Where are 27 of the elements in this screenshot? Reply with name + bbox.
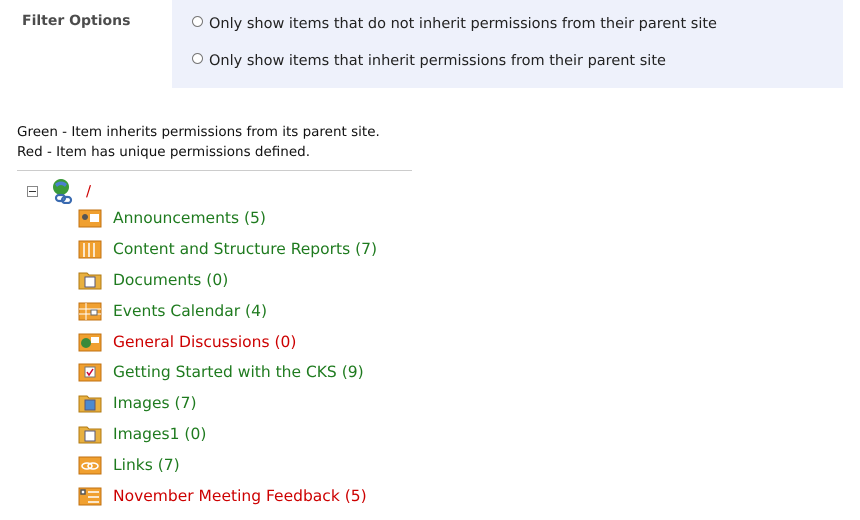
document-folder-icon [78, 270, 102, 290]
radio-option[interactable]: Only show items that do not inherit permissions from their parent site [192, 14, 843, 34]
list-link[interactable]: Documents (0) [113, 270, 228, 289]
task-list-icon [78, 362, 102, 382]
list-link[interactable]: Events Calendar (4) [113, 302, 267, 320]
image-folder-icon [78, 393, 102, 414]
list-link[interactable]: Links (7) [113, 456, 180, 474]
list-link[interactable]: Getting Started with the CKS (9) [113, 363, 364, 382]
collapse-icon[interactable] [27, 186, 38, 196]
legend-text: Green - Item inherits permissions from its parent site. [17, 123, 381, 142]
legend-text: Red - Item has unique permissions defined. [17, 143, 312, 162]
document-folder-icon [78, 424, 102, 444]
list-link[interactable]: Images (7) [113, 394, 197, 412]
site-link[interactable]: / [86, 182, 92, 200]
list-link[interactable]: General Discussions (0) [113, 332, 296, 351]
link-list-icon [78, 454, 102, 475]
list-link[interactable]: Images1 (0) [113, 424, 206, 443]
announcement-list-icon [78, 208, 102, 228]
list-link[interactable]: Content and Structure Reports (7) [113, 240, 378, 258]
report-list-icon [78, 239, 102, 260]
list-link[interactable]: November Meeting Feedback (5) [113, 486, 367, 505]
survey-icon [78, 486, 102, 506]
discussion-icon [78, 332, 102, 352]
calendar-icon [78, 300, 102, 321]
list-link[interactable]: Announcements (5) [113, 209, 266, 228]
filter-options-label: Filter Options [21, 12, 132, 29]
radio-option[interactable]: Only show items that inherit permissions from their parent site [192, 51, 843, 71]
